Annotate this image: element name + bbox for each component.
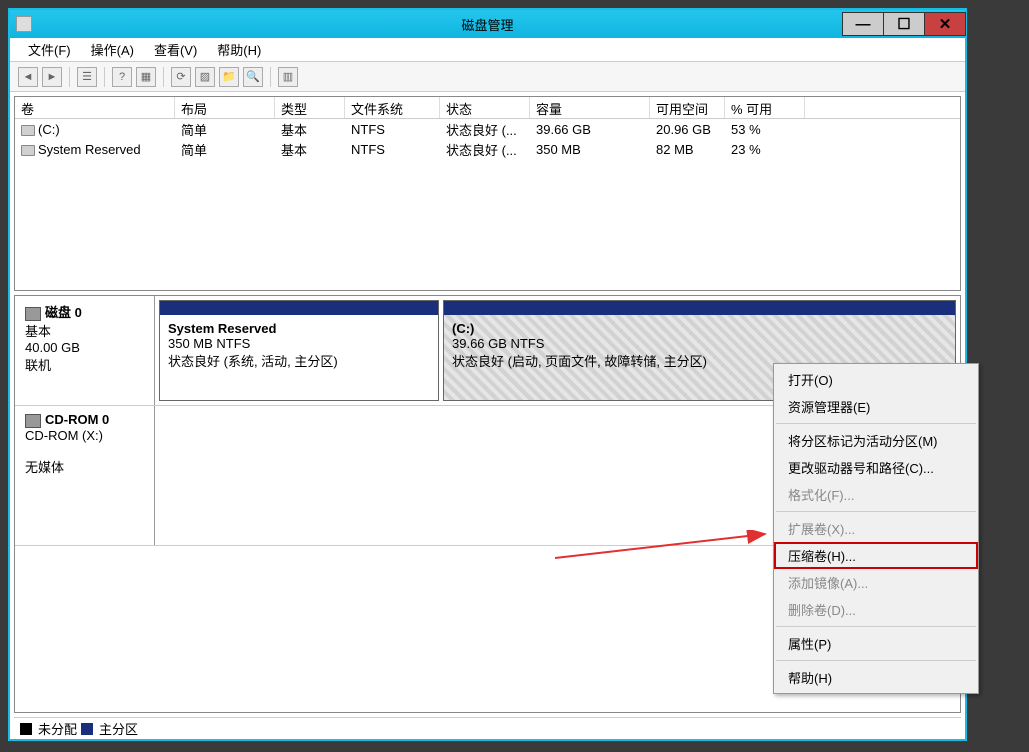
- col-filesystem[interactable]: 文件系统: [345, 97, 440, 118]
- cm-open[interactable]: 打开(O): [774, 366, 978, 393]
- maximize-button[interactable]: ☐: [883, 12, 925, 36]
- cell-status: 状态良好 (...: [440, 139, 530, 160]
- rescan-icon[interactable]: ▨: [195, 67, 215, 87]
- cell-cap: 350 MB: [530, 141, 650, 158]
- menu-action[interactable]: 操作(A): [81, 38, 144, 61]
- properties-icon[interactable]: ▦: [136, 67, 156, 87]
- disk-state: 联机: [25, 355, 144, 374]
- menu-help[interactable]: 帮助(H): [207, 38, 271, 61]
- col-layout[interactable]: 布局: [175, 97, 275, 118]
- disk-type: 基本: [25, 321, 144, 340]
- separator: [69, 67, 70, 87]
- col-type[interactable]: 类型: [275, 97, 345, 118]
- cell-cap: 39.66 GB: [530, 121, 650, 138]
- show-hide-icon[interactable]: ☰: [77, 67, 97, 87]
- partition-system-reserved[interactable]: System Reserved 350 MB NTFS 状态良好 (系统, 活动…: [159, 300, 439, 401]
- disk-name: CD-ROM 0: [45, 412, 109, 427]
- partition-name: System Reserved: [168, 321, 430, 336]
- attach-icon[interactable]: 📁: [219, 67, 239, 87]
- cm-mark-active[interactable]: 将分区标记为活动分区(M): [774, 427, 978, 454]
- col-freespace[interactable]: 可用空间: [650, 97, 725, 118]
- partition-status: 状态良好 (系统, 活动, 主分区): [168, 351, 430, 370]
- table-row[interactable]: System Reserved 简单 基本 NTFS 状态良好 (... 350…: [15, 139, 960, 159]
- col-pctfree[interactable]: % 可用: [725, 97, 805, 118]
- cell-free: 82 MB: [650, 141, 725, 158]
- partition-header: [160, 301, 438, 315]
- cell-name: System Reserved: [38, 142, 141, 157]
- cm-properties[interactable]: 属性(P): [774, 630, 978, 657]
- settings-icon[interactable]: ▥: [278, 67, 298, 87]
- cm-help[interactable]: 帮助(H): [774, 664, 978, 691]
- cdrom-icon: [25, 414, 41, 428]
- partition-info: 350 MB NTFS: [168, 336, 430, 351]
- separator: [776, 626, 976, 627]
- separator: [163, 67, 164, 87]
- cm-add-mirror[interactable]: 添加镜像(A)...: [774, 569, 978, 596]
- cell-type: 基本: [275, 119, 345, 140]
- minimize-button[interactable]: —: [842, 12, 884, 36]
- cell-layout: 简单: [175, 119, 275, 140]
- volume-icon: [21, 125, 35, 136]
- disk-label[interactable]: 磁盘 0 基本 40.00 GB 联机: [15, 296, 155, 405]
- separator: [776, 660, 976, 661]
- menu-view[interactable]: 查看(V): [144, 38, 207, 61]
- separator: [776, 423, 976, 424]
- back-icon[interactable]: ◄: [18, 67, 38, 87]
- partition-name: (C:): [452, 321, 947, 336]
- col-volume[interactable]: 卷: [15, 97, 175, 118]
- cm-change-letter[interactable]: 更改驱动器号和路径(C)...: [774, 454, 978, 481]
- close-button[interactable]: ✕: [924, 12, 966, 36]
- cell-pct: 53 %: [725, 121, 805, 138]
- cdrom-state: 无媒体: [25, 457, 144, 476]
- cell-free: 20.96 GB: [650, 121, 725, 138]
- cell-status: 状态良好 (...: [440, 119, 530, 140]
- separator: [776, 511, 976, 512]
- disk-label[interactable]: CD-ROM 0 CD-ROM (X:) 无媒体: [15, 406, 155, 545]
- disk-name: 磁盘 0: [45, 305, 82, 320]
- legend-unallocated-icon: [20, 723, 32, 735]
- legend-unallocated: 未分配: [38, 719, 77, 738]
- cell-fs: NTFS: [345, 121, 440, 138]
- legend: 未分配 主分区: [14, 717, 961, 739]
- separator: [104, 67, 105, 87]
- toolbar: ◄ ► ☰ ? ▦ ⟳ ▨ 📁 🔍 ▥: [10, 62, 965, 92]
- volume-icon: [21, 145, 35, 156]
- app-icon: [16, 16, 32, 32]
- separator: [270, 67, 271, 87]
- menubar: 文件(F) 操作(A) 查看(V) 帮助(H): [10, 38, 965, 62]
- cm-shrink[interactable]: 压缩卷(H)...: [774, 542, 978, 569]
- table-row[interactable]: (C:) 简单 基本 NTFS 状态良好 (... 39.66 GB 20.96…: [15, 119, 960, 139]
- help-icon[interactable]: ?: [112, 67, 132, 87]
- detach-icon[interactable]: 🔍: [243, 67, 263, 87]
- cm-extend[interactable]: 扩展卷(X)...: [774, 515, 978, 542]
- legend-primary-icon: [81, 723, 93, 735]
- cm-explorer[interactable]: 资源管理器(E): [774, 393, 978, 420]
- cdrom-drive: CD-ROM (X:): [25, 428, 144, 443]
- col-capacity[interactable]: 容量: [530, 97, 650, 118]
- menu-file[interactable]: 文件(F): [18, 38, 81, 61]
- cm-delete[interactable]: 删除卷(D)...: [774, 596, 978, 623]
- context-menu: 打开(O) 资源管理器(E) 将分区标记为活动分区(M) 更改驱动器号和路径(C…: [773, 363, 979, 694]
- volume-list-header: 卷 布局 类型 文件系统 状态 容量 可用空间 % 可用: [15, 97, 960, 119]
- refresh-icon[interactable]: ⟳: [171, 67, 191, 87]
- cell-name: (C:): [38, 122, 60, 137]
- partition-header: [444, 301, 955, 315]
- partition-info: 39.66 GB NTFS: [452, 336, 947, 351]
- forward-icon[interactable]: ►: [42, 67, 62, 87]
- cm-format[interactable]: 格式化(F)...: [774, 481, 978, 508]
- cell-fs: NTFS: [345, 141, 440, 158]
- cell-type: 基本: [275, 139, 345, 160]
- window-title: 磁盘管理: [461, 15, 513, 34]
- volume-list[interactable]: 卷 布局 类型 文件系统 状态 容量 可用空间 % 可用 (C:) 简单 基本 …: [14, 96, 961, 291]
- disk-icon: [25, 307, 41, 321]
- cell-pct: 23 %: [725, 141, 805, 158]
- disk-size: 40.00 GB: [25, 340, 144, 355]
- cell-layout: 简单: [175, 139, 275, 160]
- col-status[interactable]: 状态: [440, 97, 530, 118]
- titlebar[interactable]: 磁盘管理 — ☐ ✕: [10, 10, 965, 38]
- legend-primary: 主分区: [99, 719, 138, 738]
